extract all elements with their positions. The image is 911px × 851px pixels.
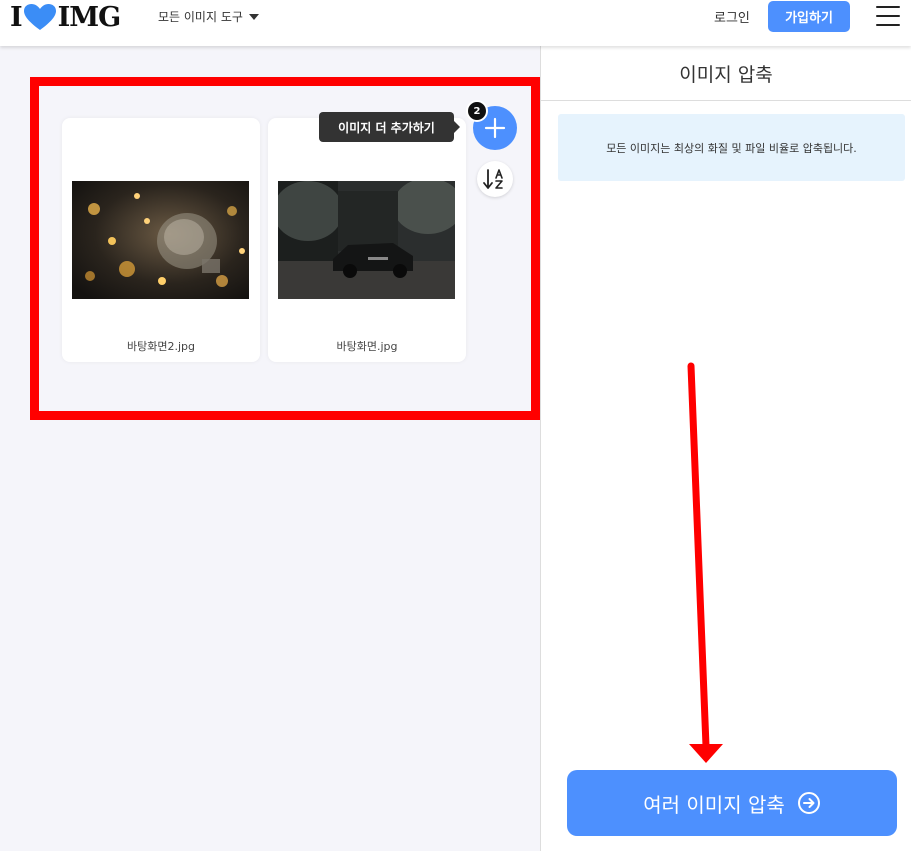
file-thumbnail [72, 181, 249, 299]
signup-button[interactable]: 가입하기 [768, 1, 850, 32]
file-card[interactable]: 바탕화면2.jpg [62, 118, 260, 362]
all-tools-label: 모든 이미지 도구 [158, 10, 243, 24]
plus-icon [484, 117, 506, 139]
arrow-circle-right-icon [797, 792, 820, 814]
file-thumbnail [278, 181, 455, 299]
sort-button[interactable] [477, 161, 513, 197]
file-name: 바탕화면.jpg [336, 340, 398, 353]
sort-az-icon [483, 169, 503, 189]
options-sidebar: 이미지 압축 모든 이미지는 최상의 화질 및 파일 비율로 압축됩니다. 여러… [540, 46, 911, 851]
heart-logo-icon [23, 4, 56, 30]
compress-button-label: 여러 이미지 압축 [643, 792, 785, 817]
compress-images-button[interactable]: 여러 이미지 압축 [567, 770, 897, 836]
logo-text-right: IMG [57, 1, 122, 33]
arrow-down-annotation [687, 362, 723, 763]
add-more-images-tooltip: 이미지 더 추가하기 [319, 112, 460, 142]
file-count-badge: 2 [466, 100, 488, 122]
top-header: I IMG 모든 이미지 도구 로그인 가입하기 [0, 0, 911, 46]
sidebar-title: 이미지 압축 [541, 46, 911, 101]
login-link[interactable]: 로그인 [714, 7, 750, 26]
logo-text-left: I [10, 1, 23, 33]
caret-down-icon [248, 13, 259, 20]
hamburger-icon[interactable] [876, 6, 900, 26]
all-tools-dropdown[interactable]: 모든 이미지 도구 [158, 8, 259, 25]
logo[interactable]: I IMG [10, 1, 122, 33]
info-box: 모든 이미지는 최상의 화질 및 파일 비율로 압축됩니다. [558, 114, 905, 181]
file-card[interactable]: 바탕화면.jpg [268, 118, 466, 362]
file-name: 바탕화면2.jpg [127, 340, 195, 353]
